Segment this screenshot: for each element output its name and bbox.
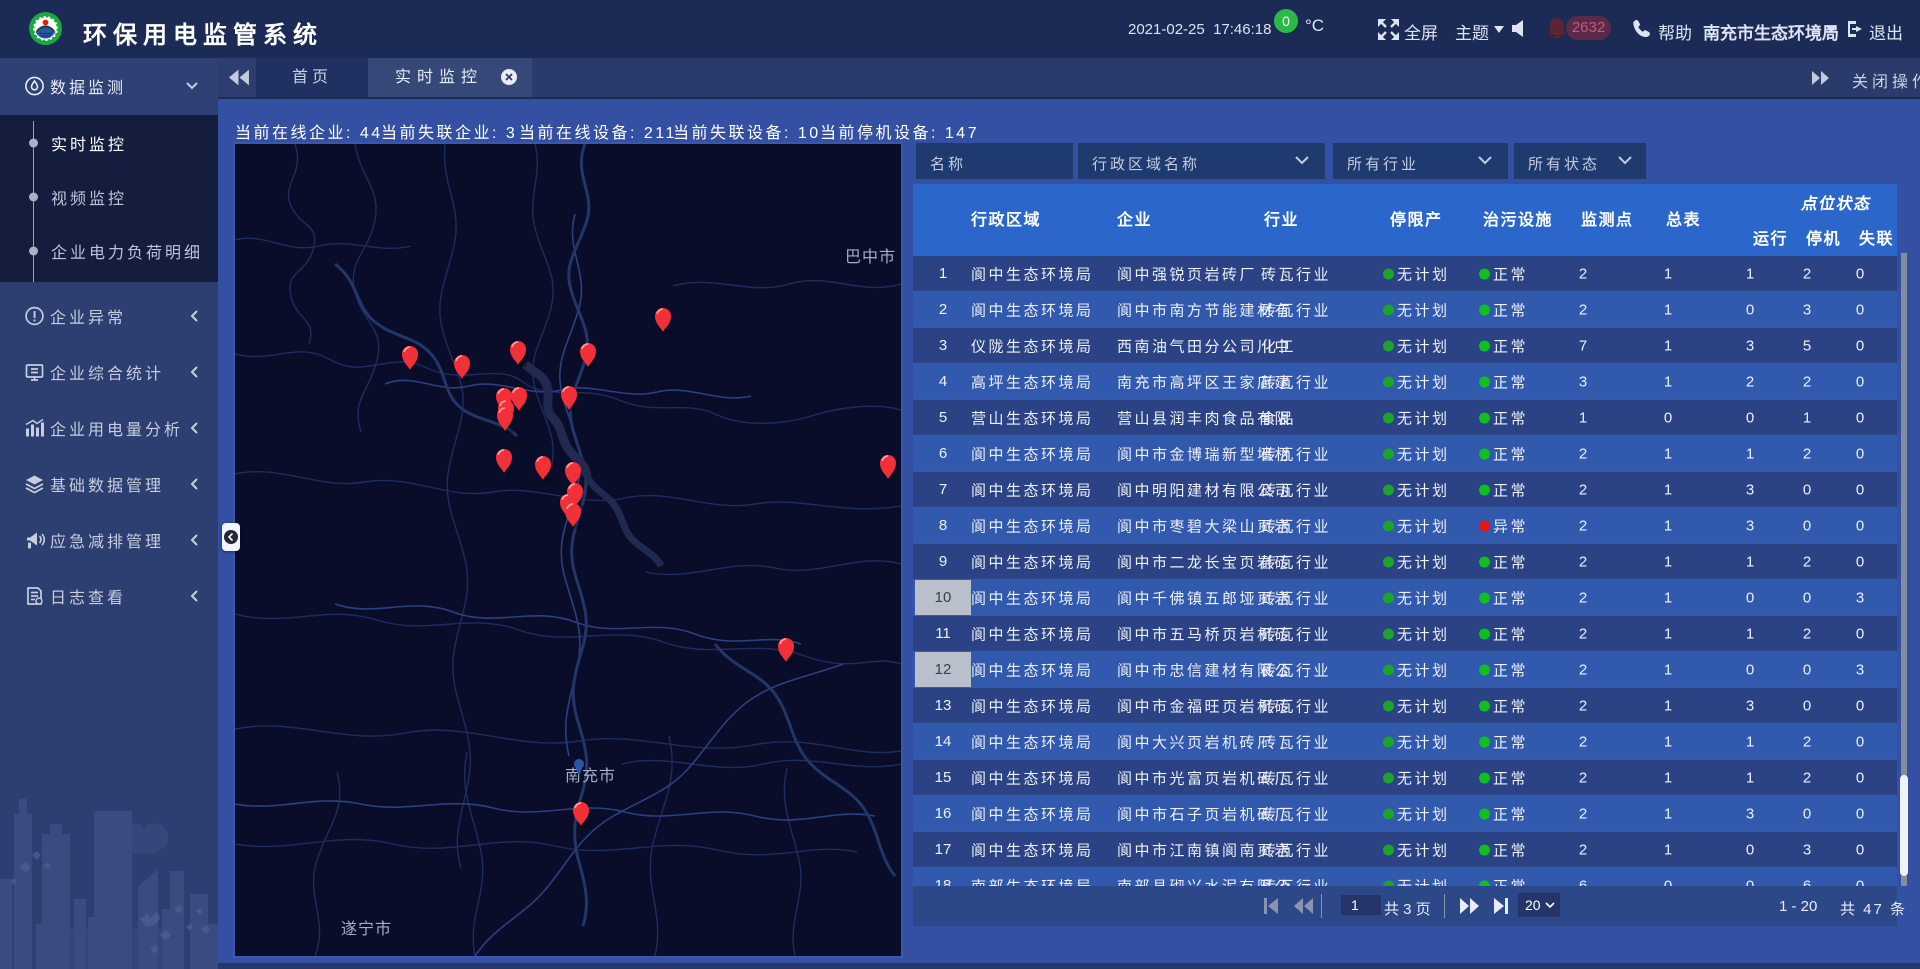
svg-text:巴中市: 巴中市	[845, 248, 896, 266]
svg-text:遂宁市: 遂宁市	[341, 920, 392, 938]
svg-text:南充市: 南充市	[565, 767, 616, 785]
